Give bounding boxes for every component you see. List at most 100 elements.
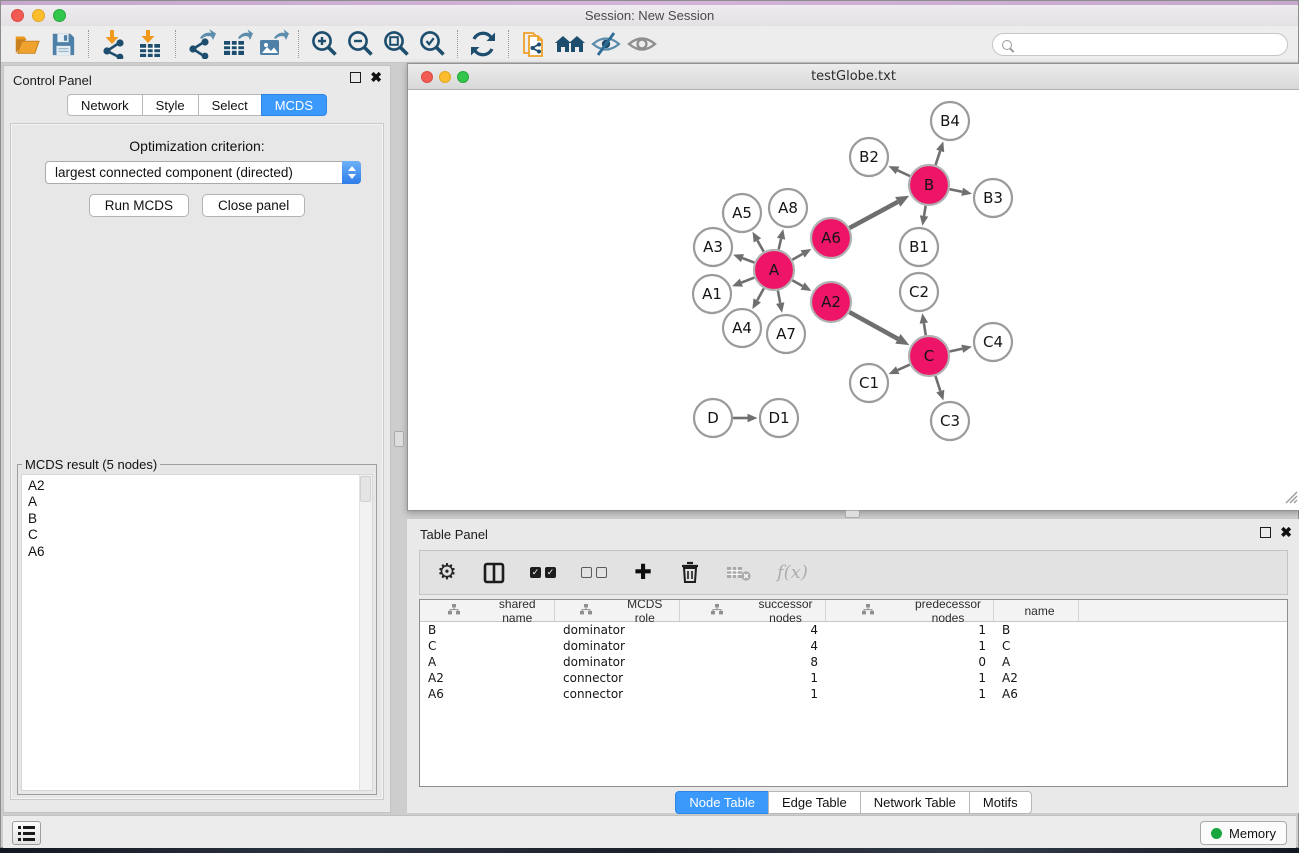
graph-edge-C-C2[interactable]: [924, 323, 926, 335]
float-table-panel-icon[interactable]: [1260, 527, 1271, 538]
search-input[interactable]: [1012, 35, 1287, 54]
table-cell[interactable]: 1: [826, 639, 994, 653]
close-panel-button[interactable]: Close panel: [202, 194, 305, 217]
graph-edge-B-B2[interactable]: [898, 170, 910, 176]
network-window-titlebar[interactable]: testGlobe.txt: [408, 64, 1299, 90]
table-cell[interactable]: A2: [994, 671, 1079, 685]
table-cell[interactable]: A: [420, 655, 555, 669]
refresh-icon[interactable]: [465, 29, 501, 60]
result-list-item[interactable]: B: [22, 511, 372, 527]
column-header-name[interactable]: name: [994, 600, 1079, 621]
table-cell[interactable]: dominator: [555, 623, 680, 637]
tab-network[interactable]: Network: [67, 94, 143, 116]
export-table-icon[interactable]: [219, 29, 255, 60]
export-image-icon[interactable]: [255, 29, 291, 60]
result-list-item[interactable]: A2: [22, 478, 372, 494]
table-row[interactable]: A6connector11A6: [420, 686, 1287, 702]
table-cell[interactable]: dominator: [555, 655, 680, 669]
table-cell[interactable]: connector: [555, 687, 680, 701]
table-row[interactable]: Cdominator41C: [420, 638, 1287, 654]
float-panel-icon[interactable]: [350, 72, 361, 83]
table-cell[interactable]: 1: [680, 671, 826, 685]
eye-crossed-icon[interactable]: [588, 29, 624, 60]
table-row[interactable]: A2connector11A2: [420, 670, 1287, 686]
save-icon[interactable]: [45, 29, 81, 60]
columns-icon[interactable]: [483, 562, 505, 584]
graph-edge-B-B4[interactable]: [936, 151, 941, 165]
export-network-icon[interactable]: [183, 29, 219, 60]
zoom-out-icon[interactable]: [342, 29, 378, 60]
table-cell[interactable]: A2: [420, 671, 555, 685]
column-header-mcds-role[interactable]: MCDS role: [555, 600, 680, 621]
network-document-icon[interactable]: [516, 29, 552, 60]
close-table-panel-icon[interactable]: ✖: [1280, 527, 1292, 538]
graph-edge-A2-C[interactable]: [849, 312, 898, 339]
import-table-icon[interactable]: [132, 29, 168, 60]
graph-edge-A6-B[interactable]: [849, 202, 897, 228]
tab-node-table[interactable]: Node Table: [675, 791, 769, 814]
import-network-icon[interactable]: [96, 29, 132, 60]
table-cell[interactable]: A6: [994, 687, 1079, 701]
column-header-predecessor-nodes[interactable]: predecessor nodes: [826, 600, 994, 621]
graph-edge-A-A5[interactable]: [757, 240, 763, 251]
optimization-criterion-dropdown[interactable]: largest connected component (directed): [45, 161, 361, 184]
open-folder-icon[interactable]: [9, 29, 45, 60]
gear-icon[interactable]: ⚙: [436, 562, 458, 584]
close-panel-icon[interactable]: ✖: [370, 72, 382, 83]
column-header-shared-name[interactable]: shared name: [420, 600, 555, 621]
delete-table-icon[interactable]: [726, 564, 752, 582]
graph-edge-A-A6[interactable]: [792, 254, 802, 260]
deselect-all-icon[interactable]: [581, 567, 607, 578]
tab-network-table[interactable]: Network Table: [860, 791, 970, 814]
graph-edge-C-C4[interactable]: [950, 349, 963, 352]
table-cell[interactable]: 0: [826, 655, 994, 669]
table-cell[interactable]: 1: [826, 687, 994, 701]
table-cell[interactable]: connector: [555, 671, 680, 685]
table-cell[interactable]: 8: [680, 655, 826, 669]
table-cell[interactable]: 1: [826, 623, 994, 637]
table-cell[interactable]: B: [994, 623, 1079, 637]
table-cell[interactable]: C: [994, 639, 1079, 653]
tab-motifs[interactable]: Motifs: [969, 791, 1032, 814]
graph-edge-A-A7[interactable]: [778, 291, 780, 303]
table-cell[interactable]: A6: [420, 687, 555, 701]
table-cell[interactable]: B: [420, 623, 555, 637]
graph-edge-C-C3[interactable]: [935, 376, 940, 391]
result-list-item[interactable]: A6: [22, 544, 372, 560]
zoom-selected-icon[interactable]: [414, 29, 450, 60]
graph-edge-A-A3[interactable]: [742, 258, 754, 262]
homes-icon[interactable]: [552, 29, 588, 60]
graph-edge-C-C1[interactable]: [898, 365, 910, 370]
tab-mcds[interactable]: MCDS: [261, 94, 327, 116]
table-row[interactable]: Adominator80A: [420, 654, 1287, 670]
table-cell[interactable]: 1: [826, 671, 994, 685]
result-scrollbar-thumb[interactable]: [360, 476, 371, 502]
memory-button[interactable]: Memory: [1200, 821, 1287, 845]
vertical-splitter-handle[interactable]: [394, 431, 404, 447]
graph-edge-A-A4[interactable]: [757, 288, 764, 300]
column-header-successor-nodes[interactable]: successor nodes: [680, 600, 826, 621]
graph-edge-A-A8[interactable]: [779, 239, 781, 250]
result-scrollbar[interactable]: [359, 475, 372, 790]
function-builder-icon[interactable]: f(x): [777, 562, 808, 583]
task-history-button[interactable]: [12, 821, 41, 845]
graph-edge-B-B1[interactable]: [924, 206, 926, 216]
result-list-item[interactable]: C: [22, 527, 372, 543]
trash-icon[interactable]: [679, 561, 701, 584]
table-cell[interactable]: 4: [680, 623, 826, 637]
table-cell[interactable]: C: [420, 639, 555, 653]
zoom-fit-icon[interactable]: [378, 29, 414, 60]
select-all-icon[interactable]: ✓✓: [530, 567, 556, 578]
search-field[interactable]: [992, 33, 1288, 56]
tab-style[interactable]: Style: [142, 94, 199, 116]
table-cell[interactable]: A: [994, 655, 1079, 669]
eye-icon[interactable]: [624, 29, 660, 60]
table-cell[interactable]: dominator: [555, 639, 680, 653]
tab-select[interactable]: Select: [198, 94, 262, 116]
table-cell[interactable]: 1: [680, 687, 826, 701]
tab-edge-table[interactable]: Edge Table: [768, 791, 861, 814]
add-column-icon[interactable]: ✚: [632, 562, 654, 583]
run-mcds-button[interactable]: Run MCDS: [89, 194, 189, 217]
resize-grip-icon[interactable]: [1284, 490, 1298, 509]
graph-edge-B-B3[interactable]: [950, 189, 963, 192]
